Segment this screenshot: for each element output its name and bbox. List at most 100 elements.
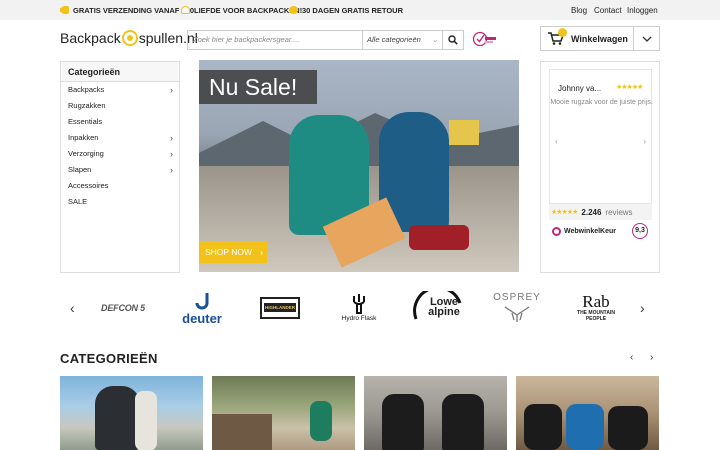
usp-shipping-label: GRATIS VERZENDING VANAF €30: [73, 5, 194, 15]
sidebar-item-essentials[interactable]: Essentials: [61, 114, 179, 130]
sun-icon: [121, 30, 138, 46]
hero-sleeping-mat-yellow: [449, 120, 479, 145]
review-card: Johnny va... ★★★★★ Mooie rugzak voor de …: [549, 69, 653, 204]
search-input[interactable]: Zoek hier je backpackersgear....: [188, 31, 363, 49]
brand-osprey[interactable]: OSPREY: [493, 285, 541, 330]
category-tile-backpacks[interactable]: [60, 376, 203, 450]
login-link[interactable]: Inloggen: [627, 6, 658, 15]
brand-deuter-label: deuter: [182, 310, 222, 326]
sidebar-item-slapen[interactable]: Slapen ›: [61, 162, 179, 178]
search-bar: Zoek hier je backpackersgear.... Alle ca…: [187, 30, 464, 50]
section-title: CATEGORIEËN: [60, 351, 158, 366]
sidebar-item-label: SALE: [68, 197, 88, 206]
tile-person-photo: [135, 391, 157, 450]
cart-icon-wrap: [541, 28, 571, 45]
chevron-right-icon: ›: [170, 149, 173, 159]
hero-red-bag: [409, 225, 469, 250]
tile-rugzak-photo: [310, 401, 332, 441]
review-text: Mooie rugzak voor de juiste prijs.: [550, 99, 653, 106]
category-tile-rugzakken[interactable]: [212, 376, 355, 450]
usp-bar: GRATIS VERZENDING VANAF €30 LIEFDE VOOR …: [0, 0, 720, 20]
brand-rab-tagline: THE MOUNTAIN PEOPLE: [577, 309, 615, 322]
usp-return: 30 DAGEN GRATIS RETOUR: [289, 0, 403, 20]
brand-lowealpine[interactable]: Lowe alpine: [410, 285, 466, 330]
chevron-right-icon: ›: [170, 133, 173, 143]
brand-next-arrow[interactable]: ›: [640, 300, 645, 316]
review-count: 2.246: [581, 207, 602, 217]
chevron-right-icon: ›: [260, 247, 263, 257]
brand-hydroflask[interactable]: Hydro Flask: [336, 285, 382, 330]
shop-now-label: SHOP NOW: [205, 247, 253, 257]
sidebar-item-label: Verzorging: [68, 149, 104, 158]
tile-bag-photo-3: [608, 406, 648, 450]
tile-backpack-photo: [95, 386, 140, 450]
sidebar-item-sale[interactable]: SALE: [61, 194, 179, 210]
shop-now-button[interactable]: SHOP NOW ›: [199, 241, 267, 263]
brand-highlander[interactable]: HIGHLANDER: [258, 285, 302, 330]
webwinkelkeur-badge[interactable]: WebwinkelKeur 9,3: [549, 221, 652, 241]
category-prev-arrow[interactable]: ‹: [630, 352, 633, 363]
brand-deuter[interactable]: deuter: [174, 285, 230, 330]
brand-carousel: ‹ DEFCON 5 deuter HIGHLANDER Hydro Flask…: [60, 285, 660, 330]
sidebar-item-accessoires[interactable]: Accessoires: [61, 178, 179, 194]
category-select[interactable]: Alle categorieën ⌄: [363, 31, 443, 49]
sidebar-item-inpakken[interactable]: Inpakken ›: [61, 130, 179, 146]
sidebar-item-backpacks[interactable]: Backpacks ›: [61, 82, 179, 98]
webwinkelkeur-logo[interactable]: [472, 30, 498, 48]
chevron-right-icon: ›: [170, 165, 173, 175]
webwinkelkeur-icon: [552, 226, 561, 236]
webwinkelkeur-label: WebwinkelKeur: [564, 227, 616, 235]
sidebar-item-verzorging[interactable]: Verzorging ›: [61, 146, 179, 162]
category-tile-accessoires[interactable]: [516, 376, 659, 450]
brand-rab-label: Rab: [582, 291, 610, 311]
brand-hydroflask-label: Hydro Flask: [341, 315, 377, 322]
cart-dropdown-toggle[interactable]: [633, 27, 659, 50]
brand-osprey-label: OSPREY: [493, 292, 541, 303]
review-widget: Johnny va... ★★★★★ Mooie rugzak voor de …: [540, 61, 660, 273]
brand-lowealpine-label: Lowe alpine: [428, 296, 460, 318]
category-next-arrow[interactable]: ›: [650, 352, 653, 363]
deuter-logo-icon: [195, 292, 209, 309]
cart-button[interactable]: Winkelwagen: [540, 26, 660, 51]
return-icon: [289, 6, 298, 14]
review-score: 9,3: [632, 223, 648, 239]
category-tile-inpakken[interactable]: [364, 376, 507, 450]
site-logo[interactable]: Backpack spullen.nl: [60, 26, 198, 50]
logo-text-left: Backpack: [60, 30, 121, 46]
chevron-down-icon: [642, 36, 651, 42]
search-icon: [448, 35, 458, 45]
review-prev-arrow[interactable]: ‹: [555, 137, 558, 146]
tile-bag-photo-1: [524, 404, 562, 450]
tile-bag-photo-2: [566, 404, 604, 450]
category-list: Backpacks › Rugzakken Essentials Inpakken…: [61, 82, 179, 210]
category-sidebar: Categorieën Backpacks › Rugzakken Essenti…: [60, 61, 180, 273]
tile-cover-photo-2: [442, 394, 484, 450]
brand-prev-arrow[interactable]: ‹: [70, 300, 75, 316]
sidebar-item-label: Essentials: [68, 117, 103, 126]
blog-link[interactable]: Blog: [571, 6, 587, 15]
review-stars: ★★★★★: [616, 84, 643, 91]
osprey-logo-icon: [504, 306, 530, 322]
tile-street-photo: [212, 414, 272, 450]
sidebar-item-label: Backpacks: [68, 85, 105, 94]
review-count-label: reviews: [605, 207, 633, 217]
usp-shipping: GRATIS VERZENDING VANAF €30: [60, 0, 194, 20]
sidebar-item-label: Inpakken: [68, 133, 99, 142]
search-button[interactable]: [443, 31, 463, 49]
reviewer-name: Johnny va...: [558, 84, 602, 93]
heart-icon: [181, 6, 190, 14]
sidebar-item-label: Rugzakken: [68, 101, 106, 110]
chevron-right-icon: ›: [170, 85, 173, 95]
cart-count-badge: [558, 28, 567, 37]
hydroflask-logo-icon: [353, 294, 365, 314]
usp-love: LIEFDE VOOR BACKPACKEN!: [181, 0, 302, 20]
sidebar-item-label: Slapen: [68, 165, 92, 174]
review-next-arrow[interactable]: ›: [643, 137, 646, 146]
sidebar-item-rugzakken[interactable]: Rugzakken: [61, 98, 179, 114]
brand-rab[interactable]: Rab THE MOUNTAIN PEOPLE: [566, 285, 626, 330]
category-select-label: Alle categorieën: [367, 35, 421, 44]
sidebar-title: Categorieën: [61, 62, 179, 82]
sidebar-item-label: Accessoires: [68, 181, 109, 190]
contact-link[interactable]: Contact: [594, 6, 622, 15]
brand-defcon[interactable]: DEFCON 5: [92, 285, 154, 330]
